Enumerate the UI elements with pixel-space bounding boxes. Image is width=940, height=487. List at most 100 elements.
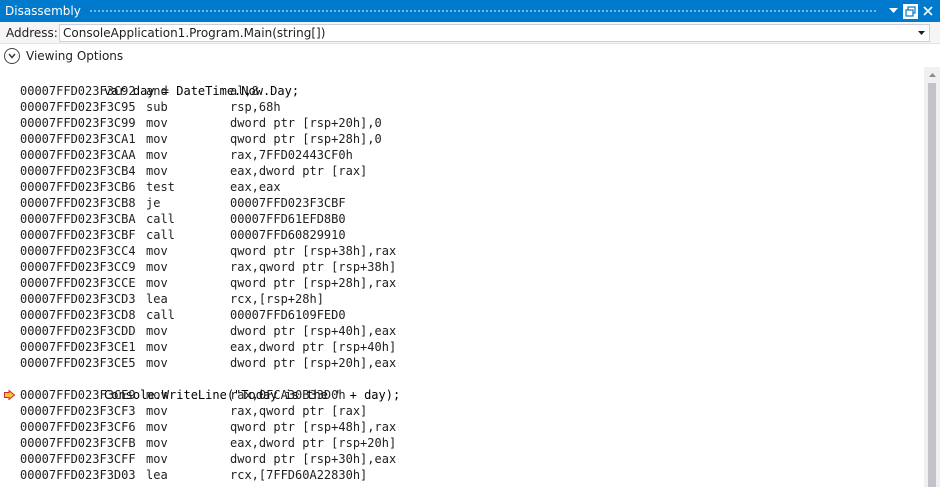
address-combobox[interactable]: ConsoleApplication1.Program.Main(string[…	[59, 24, 930, 42]
vertical-scrollbar[interactable]	[924, 67, 940, 487]
instruction-row[interactable]: 00007FFD023F3C99 mov dword ptr [rsp+20h],0	[0, 115, 924, 131]
instruction-row[interactable]: 00007FFD023F3C92 and al,8	[0, 83, 924, 99]
close-icon[interactable]	[920, 4, 935, 19]
viewing-options-bar[interactable]: Viewing Options	[0, 45, 940, 67]
instruction-operands: dword ptr [rsp+30h],eax	[230, 452, 397, 466]
instruction-operands: qword ptr [rsp+38h],rax	[230, 244, 397, 258]
instruction-address: 00007FFD023F3CDD	[20, 324, 136, 338]
restore-icon[interactable]	[903, 3, 918, 19]
instruction-mnemonic: mov	[146, 244, 168, 258]
instruction-row[interactable]: 00007FFD023F3CF6 mov qword ptr [rsp+48h],r…	[0, 419, 924, 435]
instruction-mnemonic: mov	[146, 420, 168, 434]
instruction-address: 00007FFD023F3C95	[20, 100, 136, 114]
instruction-row[interactable]: 00007FFD023F3CC4 mov qword ptr [rsp+38h],r…	[0, 243, 924, 259]
instruction-operands: 00007FFD023F3CBF	[230, 196, 346, 210]
instruction-mnemonic: mov	[146, 116, 168, 130]
instruction-mnemonic: lea	[146, 292, 168, 306]
instruction-row[interactable]: 00007FFD023F3CDD mov dword ptr [rsp+40h],e…	[0, 323, 924, 339]
instruction-row[interactable]: 00007FFD023F3CF3 mov rax,qword ptr [rax]	[0, 403, 924, 419]
instruction-mnemonic: mov	[146, 340, 168, 354]
instruction-row[interactable]: 00007FFD023F3C95 sub rsp,68h	[0, 99, 924, 115]
instruction-address: 00007FFD023F3CB4	[20, 164, 136, 178]
instruction-operands: dword ptr [rsp+40h],eax	[230, 324, 397, 338]
instruction-mnemonic: and	[146, 84, 168, 98]
chevron-down-icon[interactable]	[913, 25, 929, 41]
instruction-address: 00007FFD023F3CBA	[20, 212, 136, 226]
instruction-address: 00007FFD023F3CD3	[20, 292, 136, 306]
instruction-address: 00007FFD023F3CD8	[20, 308, 136, 322]
instruction-row[interactable]: 00007FFD023F3CB6 test eax,eax	[0, 179, 924, 195]
instruction-address: 00007FFD023F3C92	[20, 84, 136, 98]
scroll-up-icon[interactable]	[924, 67, 940, 83]
source-line[interactable]: Console.WriteLine("Today is the " + day)…	[0, 371, 924, 402]
instruction-address: 00007FFD023F3CCE	[20, 276, 136, 290]
expand-chevron-icon[interactable]	[4, 48, 20, 64]
viewing-options-label[interactable]: Viewing Options	[26, 49, 123, 63]
instruction-row[interactable]: 00007FFD023F3CD8 call 00007FFD6109FED0	[0, 307, 924, 323]
instruction-mnemonic: mov	[146, 324, 168, 338]
instruction-mnemonic: test	[146, 180, 175, 194]
instruction-address: 00007FFD023F3CE5	[20, 356, 136, 370]
instruction-address: 00007FFD023F3CBF	[20, 228, 136, 242]
scrollbar-thumb[interactable]	[928, 83, 936, 487]
instruction-address: 00007FFD023F3CB8	[20, 196, 136, 210]
instruction-operands: rax,7FFD02443CF0h	[230, 148, 353, 162]
instruction-address: 00007FFD023F3CF3	[20, 404, 136, 418]
instruction-row[interactable]: 00007FFD023F3CAA mov rax,7FFD02443CF0h	[0, 147, 924, 163]
title-bar: Disassembly	[0, 0, 940, 22]
disassembly-view[interactable]: var day = DateTime.Now.Day; 00007FFD023F…	[0, 67, 924, 487]
instruction-operands: eax,dword ptr [rsp+40h]	[230, 340, 397, 354]
instruction-mnemonic: mov	[146, 148, 168, 162]
instruction-row[interactable]: 00007FFD023F3CE9 mov rax,0FCA30B33D0h	[0, 387, 924, 403]
instruction-row[interactable]: 00007FFD023F3CC9 mov rax,qword ptr [rsp+38…	[0, 259, 924, 275]
instruction-operands: al,8	[230, 84, 259, 98]
instruction-operands: 00007FFD6109FED0	[230, 308, 346, 322]
dropdown-icon[interactable]	[886, 4, 901, 19]
instruction-row[interactable]: 00007FFD023F3CFF mov dword ptr [rsp+30h],e…	[0, 451, 924, 467]
instruction-row[interactable]: 00007FFD023F3D03 lea rcx,[7FFD60A22830h]	[0, 467, 924, 483]
instruction-operands: qword ptr [rsp+48h],rax	[230, 420, 397, 434]
instruction-address: 00007FFD023F3CC4	[20, 244, 136, 258]
instruction-address: 00007FFD023F3CF6	[20, 420, 136, 434]
instruction-operands: rcx,[rsp+28h]	[230, 292, 324, 306]
instruction-row[interactable]: 00007FFD023F3CE1 mov eax,dword ptr [rsp+40…	[0, 339, 924, 355]
instruction-mnemonic: mov	[146, 404, 168, 418]
instruction-address: 00007FFD023F3CB6	[20, 180, 136, 194]
instruction-mnemonic: lea	[146, 468, 168, 482]
address-value[interactable]: ConsoleApplication1.Program.Main(string[…	[60, 26, 913, 40]
instruction-operands: qword ptr [rsp+28h],rax	[230, 276, 397, 290]
instruction-mnemonic: mov	[146, 452, 168, 466]
instruction-address: 00007FFD023F3CE9	[20, 388, 136, 402]
address-bar: Address: ConsoleApplication1.Program.Mai…	[0, 22, 940, 44]
instruction-operands: rax,qword ptr [rax]	[230, 404, 368, 418]
instruction-address: 00007FFD023F3D03	[20, 468, 136, 482]
address-label: Address:	[6, 25, 58, 40]
instruction-mnemonic: mov	[146, 356, 168, 370]
instruction-row[interactable]: 00007FFD023F3CCE mov qword ptr [rsp+28h],r…	[0, 275, 924, 291]
instruction-address: 00007FFD023F3CFB	[20, 436, 136, 450]
title-grip[interactable]	[88, 8, 878, 14]
instruction-address: 00007FFD023F3CE1	[20, 340, 136, 354]
instruction-row[interactable]: 00007FFD023F3CB8 je 00007FFD023F3CBF	[0, 195, 924, 211]
instruction-row[interactable]: 00007FFD023F3CA1 mov qword ptr [rsp+28h],0	[0, 131, 924, 147]
instruction-row[interactable]: 00007FFD023F3CD3 lea rcx,[rsp+28h]	[0, 291, 924, 307]
source-line[interactable]: var day = DateTime.Now.Day;	[0, 67, 924, 98]
instruction-row[interactable]: 00007FFD023F3CBF call 00007FFD60829910	[0, 227, 924, 243]
instruction-operands: rcx,[7FFD60A22830h]	[230, 468, 368, 482]
instruction-operands: dword ptr [rsp+20h],0	[230, 116, 382, 130]
instruction-row[interactable]: 00007FFD023F3CBA call 00007FFD61EFD8B0	[0, 211, 924, 227]
instruction-operands: rax,qword ptr [rsp+38h]	[230, 260, 397, 274]
instruction-operands: 00007FFD61EFD8B0	[230, 212, 346, 226]
instruction-operands: rsp,68h	[230, 100, 281, 114]
current-instruction-arrow-icon	[4, 390, 15, 400]
instruction-address: 00007FFD023F3C99	[20, 116, 136, 130]
instruction-mnemonic: call	[146, 212, 175, 226]
instruction-row[interactable]: 00007FFD023F3CB4 mov eax,dword ptr [rax]	[0, 163, 924, 179]
instruction-mnemonic: mov	[146, 276, 168, 290]
instruction-mnemonic: je	[146, 196, 161, 210]
instruction-operands: rax,0FCA30B33D0h	[230, 388, 346, 402]
instruction-row[interactable]: 00007FFD023F3CE5 mov dword ptr [rsp+20h],e…	[0, 355, 924, 371]
instruction-row[interactable]: 00007FFD023F3CFB mov eax,dword ptr [rsp+20…	[0, 435, 924, 451]
instruction-mnemonic: mov	[146, 132, 168, 146]
instruction-mnemonic: sub	[146, 100, 168, 114]
